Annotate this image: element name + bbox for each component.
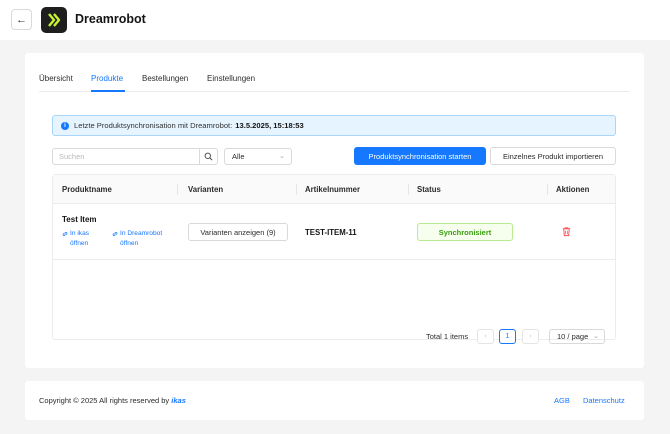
page-size-value: 10 / page [557, 332, 589, 341]
import-product-button[interactable]: Einzelnes Produkt importieren [490, 147, 616, 165]
column-header-aktionen: Aktionen [556, 185, 590, 194]
status-filter-select[interactable]: Alle ⌄ [224, 148, 292, 165]
chevron-down-icon: ⌄ [593, 333, 599, 340]
open-in-ikas-link[interactable]: In ikas öffnen [62, 229, 104, 249]
status-badge: Synchronisiert [417, 223, 513, 241]
top-bar: ← Dreamrobot [0, 0, 670, 40]
column-divider [296, 184, 297, 195]
column-header-varianten: Varianten [188, 185, 224, 194]
chevron-left-icon: ‹ [484, 333, 487, 340]
link-icon [62, 231, 68, 237]
product-name: Test Item [62, 215, 97, 224]
brand-name: ikas [171, 396, 186, 405]
search-button[interactable] [199, 149, 217, 164]
tab-uebersicht[interactable]: Übersicht [39, 74, 73, 83]
tab-einstellungen[interactable]: Einstellungen [207, 74, 255, 83]
open-in-dreamrobot-link[interactable]: In Dreamrobot öffnen [112, 229, 172, 249]
active-tab-indicator [91, 90, 125, 92]
column-divider [408, 184, 409, 195]
start-sync-button[interactable]: Produktsynchronisation starten [354, 147, 486, 165]
main-card: Übersicht Produkte Bestellungen Einstell… [25, 53, 644, 368]
next-page-button[interactable]: › [522, 329, 539, 344]
app-logo [41, 7, 67, 33]
show-variants-button[interactable]: Varianten anzeigen (9) [188, 223, 288, 241]
sync-info-alert: i Letzte Produktsynchronisation mit Drea… [52, 115, 616, 136]
column-header-artikelnummer: Artikelnummer [305, 185, 361, 194]
copyright-text: Copyright © 2025 All rights reserved by … [39, 396, 186, 405]
app-title: Dreamrobot [75, 12, 146, 26]
open-in-dreamrobot-label: In Dreamrobot öffnen [120, 230, 163, 247]
page-size-select[interactable]: 10 / page ⌄ [549, 329, 605, 344]
table-header: Produktname Varianten Artikelnummer Stat… [53, 175, 615, 204]
tab-bestellungen[interactable]: Bestellungen [142, 74, 188, 83]
products-table: Produktname Varianten Artikelnummer Stat… [52, 174, 616, 340]
back-button[interactable]: ← [11, 9, 32, 30]
page-1-button[interactable]: 1 [499, 329, 516, 344]
info-icon: i [61, 121, 69, 130]
column-divider [177, 184, 178, 195]
open-in-ikas-label: In ikas öffnen [70, 230, 90, 247]
footer: Copyright © 2025 All rights reserved by … [25, 381, 644, 420]
search-box [52, 148, 218, 165]
tab-bar: Übersicht Produkte Bestellungen Einstell… [39, 53, 630, 92]
column-divider [547, 184, 548, 195]
search-icon [204, 152, 213, 161]
copyright-label: Copyright © 2025 All rights reserved by [39, 396, 170, 405]
footer-link-agb[interactable]: AGB [554, 396, 570, 405]
previous-page-button[interactable]: ‹ [477, 329, 494, 344]
article-number: TEST-ITEM-11 [305, 228, 357, 237]
column-header-status: Status [417, 185, 441, 194]
filter-value: Alle [232, 152, 245, 161]
column-header-produktname: Produktname [62, 185, 112, 194]
arrow-left-icon: ← [16, 13, 27, 26]
double-chevron-right-icon [48, 13, 61, 27]
tab-produkte[interactable]: Produkte [91, 74, 123, 83]
alert-timestamp: 13.5.2025, 15:18:53 [235, 121, 304, 130]
search-input[interactable] [53, 149, 200, 164]
page-number: 1 [505, 333, 510, 340]
pagination-total: Total 1 items [426, 332, 469, 341]
trash-icon[interactable] [561, 226, 572, 237]
footer-link-datenschutz[interactable]: Datenschutz [583, 396, 625, 405]
chevron-right-icon: › [529, 333, 532, 340]
link-icon [112, 231, 118, 237]
table-row: Test Item In ikas öffnen In Dreamrobot ö… [53, 205, 615, 260]
alert-text: Letzte Produktsynchronisation mit Dreamr… [74, 121, 233, 130]
chevron-down-icon: ⌄ [279, 153, 285, 160]
